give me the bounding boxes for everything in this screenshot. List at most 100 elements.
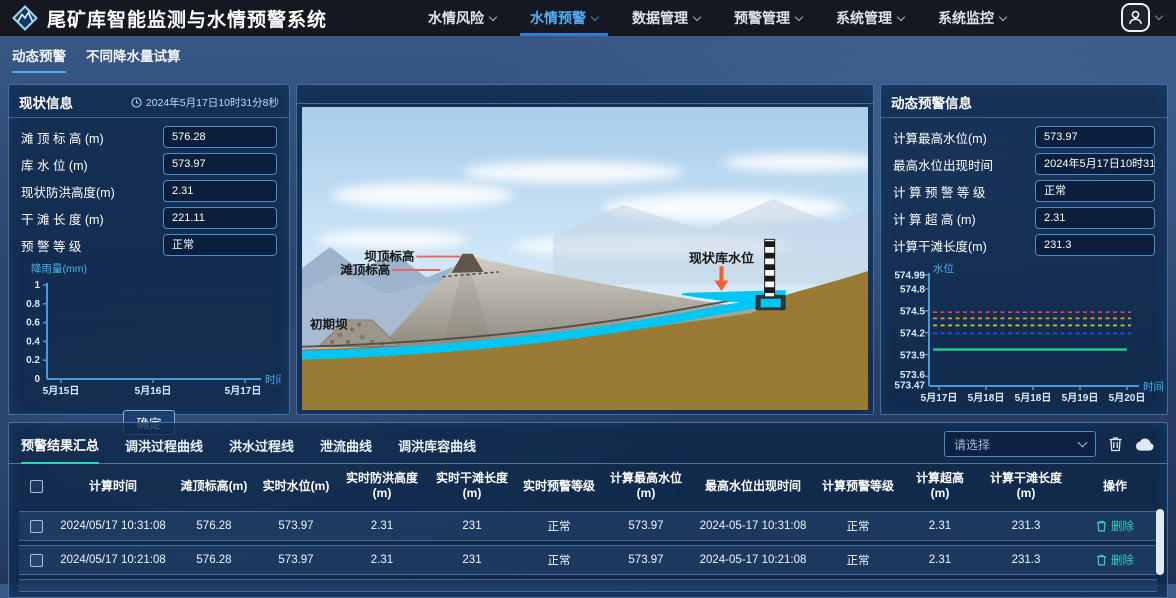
table-header-row: 计算时间 滩顶标高(m) 实时水位(m) 实时防洪高度(m) 实时干滩长度(m)… xyxy=(19,464,1157,507)
current-status-title: 现状信息 xyxy=(19,92,73,112)
tab-warning-summary[interactable]: 预警结果汇总 xyxy=(21,435,99,464)
max-level-time-input[interactable]: 2024年5月17日10时31: xyxy=(1035,153,1155,175)
svg-text:时间: 时间 xyxy=(1143,380,1164,393)
field-flood-height: 现状防洪高度(m) 2.31 xyxy=(21,180,277,202)
results-panel: 预警结果汇总 调洪过程曲线 洪水过程线 泄流曲线 调洪库容曲线 请选择 xyxy=(8,422,1168,598)
delete-selected-button[interactable] xyxy=(1108,436,1123,452)
chevron-down-icon xyxy=(693,12,701,20)
svg-text:0.4: 0.4 xyxy=(26,337,40,348)
flood-height-input[interactable]: 2.31 xyxy=(163,180,277,202)
select-all-checkbox[interactable] xyxy=(30,480,43,493)
svg-text:573.6: 573.6 xyxy=(900,370,925,381)
chevron-down-icon xyxy=(489,12,497,20)
user-avatar[interactable] xyxy=(1121,3,1150,32)
svg-text:5月18日: 5月18日 xyxy=(968,392,1005,404)
svg-text:573.9: 573.9 xyxy=(900,351,925,362)
calc-warning-level-input[interactable]: 正常 xyxy=(1035,180,1155,202)
chevron-down-icon xyxy=(999,12,1007,20)
initial-dam-label: 初期坝 xyxy=(310,317,348,332)
beach-top-label: 滩顶标高 xyxy=(340,262,390,277)
current-status-panel: 现状信息 2024年5月17日10时31分8秒 滩 顶 标 高 (m) 576.… xyxy=(8,84,290,415)
field-calc-warning-level: 计 算 预 警 等 级 正常 xyxy=(893,180,1155,202)
table-scrollbar[interactable] xyxy=(1156,509,1164,575)
chevron-down-icon xyxy=(795,12,803,20)
tab-flood-routing-curve[interactable]: 调洪过程曲线 xyxy=(125,436,203,463)
diagram-header-strip xyxy=(297,85,873,104)
chevron-down-icon[interactable] xyxy=(1155,12,1163,20)
svg-text:0: 0 xyxy=(34,374,40,385)
app-title: 尾矿库智能监测与水情预警系统 xyxy=(47,5,327,32)
field-calc-freeboard: 计 算 超 高 (m) 2.31 xyxy=(893,207,1155,229)
main-nav: 水情风险 水情预警 数据管理 预警管理 系统管理 系统监控 xyxy=(428,0,1006,36)
current-status-timestamp: 2024年5月17日10时31分8秒 xyxy=(131,95,279,110)
svg-text:573.47: 573.47 xyxy=(894,381,925,392)
nav-item-water-risk[interactable]: 水情风险 xyxy=(428,0,496,36)
field-warning-level: 预 警 等 级 正常 xyxy=(21,234,277,256)
top-navbar: 尾矿库智能监测与水情预警系统 水情风险 水情预警 数据管理 预警管理 系统管理 … xyxy=(0,0,1176,36)
trash-icon xyxy=(1096,554,1107,566)
user-menu xyxy=(1121,3,1162,32)
svg-text:5月16日: 5月16日 xyxy=(135,385,172,397)
tab-storage-capacity-curve[interactable]: 调洪库容曲线 xyxy=(398,436,476,463)
nav-item-warning-mgmt[interactable]: 预警管理 xyxy=(734,0,802,36)
chevron-down-icon xyxy=(1078,438,1088,448)
svg-text:0.8: 0.8 xyxy=(26,299,40,310)
subtab-rainfall-trial[interactable]: 不同降水量试算 xyxy=(86,45,181,73)
svg-text:5月15日: 5月15日 xyxy=(43,385,80,397)
dry-beach-length-input[interactable]: 221.11 xyxy=(163,207,277,229)
field-reservoir-level: 库 水 位 (m) 573.97 xyxy=(21,153,277,175)
svg-text:574.8: 574.8 xyxy=(900,285,925,296)
field-max-level-time: 最高水位出现时间 2024年5月17日10时31: xyxy=(893,153,1155,175)
delete-row-button[interactable]: 删除 xyxy=(1073,552,1157,568)
tab-discharge-curve[interactable]: 泄流曲线 xyxy=(320,436,372,463)
svg-text:1: 1 xyxy=(34,280,40,291)
results-tabs: 预警结果汇总 调洪过程曲线 洪水过程线 泄流曲线 调洪库容曲线 请选择 xyxy=(9,423,1167,464)
table-row-partial xyxy=(19,579,1157,592)
svg-text:0.2: 0.2 xyxy=(26,355,40,366)
svg-text:574.2: 574.2 xyxy=(900,329,925,340)
field-calc-dry-beach: 计算干滩长度(m) 231.3 xyxy=(893,234,1155,256)
table-row: 2024/05/17 10:31:08 576.28 573.97 2.31 2… xyxy=(19,511,1157,541)
delete-row-button[interactable]: 删除 xyxy=(1073,518,1157,534)
clock-icon xyxy=(131,97,142,108)
row-checkbox[interactable] xyxy=(30,554,43,567)
result-filter-select[interactable]: 请选择 xyxy=(944,431,1096,457)
trash-icon xyxy=(1096,520,1107,532)
logo-icon xyxy=(12,5,38,31)
subtab-dynamic-warning[interactable]: 动态预警 xyxy=(12,45,66,73)
dam-diagram-panel: 坝顶标高 滩顶标高 初期坝 现状库水位 xyxy=(296,84,874,415)
tab-flood-process-curve[interactable]: 洪水过程线 xyxy=(229,436,294,463)
cloud-icon xyxy=(1135,437,1155,452)
chevron-down-icon xyxy=(591,12,599,20)
export-button[interactable] xyxy=(1135,437,1155,452)
svg-text:5月18日: 5月18日 xyxy=(1015,392,1052,404)
reservoir-level-input[interactable]: 573.97 xyxy=(163,153,277,175)
svg-text:574.5: 574.5 xyxy=(900,307,925,318)
field-calc-max-level: 计算最高水位(m) 573.97 xyxy=(893,126,1155,148)
nav-item-system-mgmt[interactable]: 系统管理 xyxy=(836,0,904,36)
warning-level-input[interactable]: 正常 xyxy=(163,234,277,256)
nav-item-system-monitor[interactable]: 系统监控 xyxy=(938,0,1006,36)
dynamic-warning-panel: 动态预警信息 计算最高水位(m) 573.97 最高水位出现时间 2024年5月… xyxy=(880,84,1168,415)
dam-cross-section-diagram: 坝顶标高 滩顶标高 初期坝 现状库水位 xyxy=(302,107,868,410)
calc-dry-beach-input[interactable]: 231.3 xyxy=(1035,234,1155,256)
brand: 尾矿库智能监测与水情预警系统 xyxy=(12,0,327,36)
table-row: 2024/05/17 10:21:08 576.28 573.97 2.31 2… xyxy=(19,545,1157,575)
calc-freeboard-input[interactable]: 2.31 xyxy=(1035,207,1155,229)
row-checkbox[interactable] xyxy=(30,520,43,533)
svg-text:574.99: 574.99 xyxy=(894,271,925,282)
nav-item-data-mgmt[interactable]: 数据管理 xyxy=(632,0,700,36)
sub-tabs: 动态预警 不同降水量试算 xyxy=(12,45,181,73)
svg-text:5月17日: 5月17日 xyxy=(225,385,262,397)
dam-crest-label: 坝顶标高 xyxy=(364,249,414,264)
nav-item-water-warning[interactable]: 水情预警 xyxy=(530,0,598,36)
calc-max-level-input[interactable]: 573.97 xyxy=(1035,126,1155,148)
svg-text:5月17日: 5月17日 xyxy=(921,392,958,404)
field-beach-top-elevation: 滩 顶 标 高 (m) 576.28 xyxy=(21,126,277,148)
water-level-chart: 水位 574.99 574.8 574.5 574.2 573.9 573.6 … xyxy=(885,261,1163,422)
app-root: { "header": { "title": "尾矿库智能监测与水情预警系统",… xyxy=(0,0,1176,584)
dynamic-warning-title: 动态预警信息 xyxy=(891,92,972,112)
chevron-down-icon xyxy=(897,12,905,20)
svg-text:时间: 时间 xyxy=(265,373,281,386)
beach-top-elevation-input[interactable]: 576.28 xyxy=(163,126,277,148)
